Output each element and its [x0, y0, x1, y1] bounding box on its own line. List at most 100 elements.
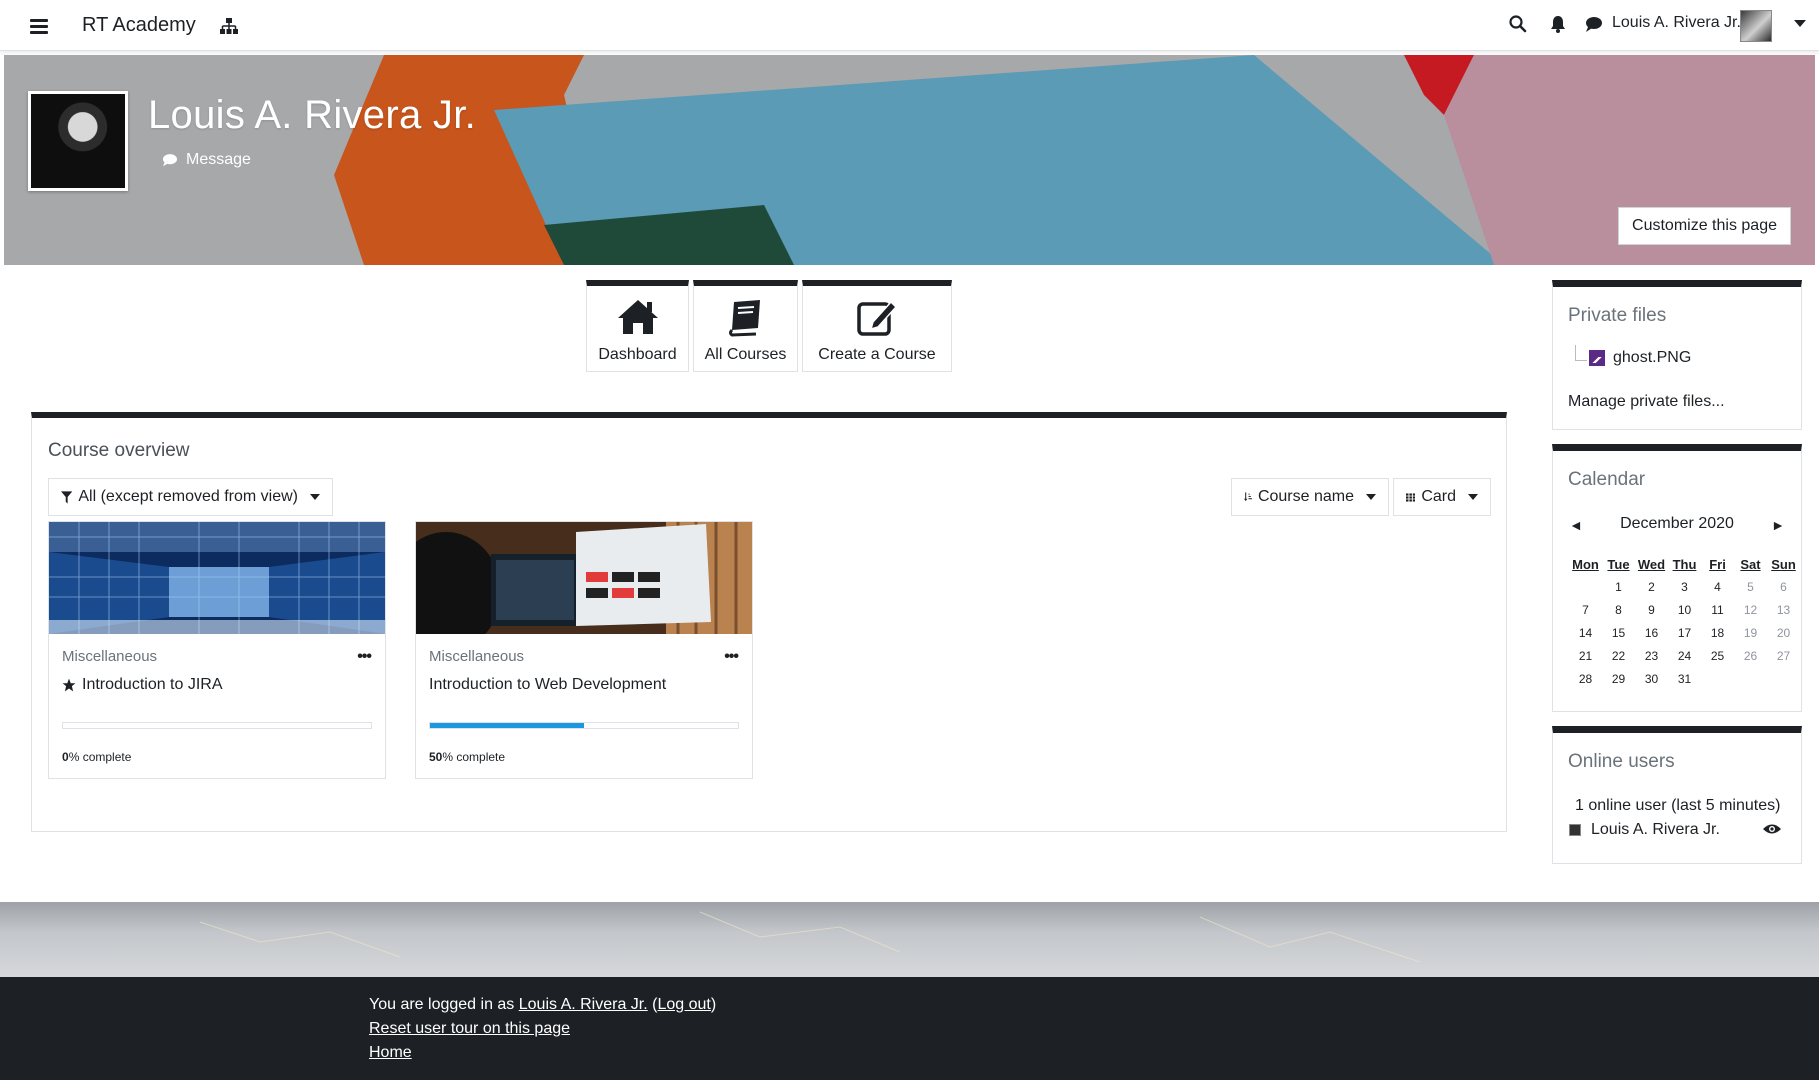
- grid-icon: [1406, 492, 1416, 502]
- calendar-day[interactable]: 1: [1602, 575, 1635, 598]
- profile-name: Louis A. Rivera Jr.: [148, 93, 477, 137]
- calendar-month[interactable]: December 2020: [1553, 515, 1801, 533]
- sort-dropdown[interactable]: Course name: [1231, 478, 1389, 516]
- chevron-down-icon: [1366, 494, 1376, 500]
- search-icon[interactable]: [1508, 14, 1528, 34]
- calendar-day[interactable]: 25: [1701, 644, 1734, 667]
- online-user-link[interactable]: Louis A. Rivera Jr.: [1569, 821, 1720, 839]
- manage-private-files-link[interactable]: Manage private files...: [1568, 393, 1725, 411]
- calendar-week-row: 7 8 9 10 11 12 13: [1569, 598, 1800, 621]
- chevron-down-icon[interactable]: [1794, 20, 1806, 27]
- course-image[interactable]: [416, 522, 752, 634]
- calendar-day[interactable]: 21: [1569, 644, 1602, 667]
- calendar-day: [1734, 667, 1767, 690]
- eye-icon[interactable]: [1763, 823, 1781, 835]
- quicklink-create-course[interactable]: Create a Course: [802, 280, 952, 372]
- customize-page-button[interactable]: Customize this page: [1618, 207, 1791, 245]
- calendar-day[interactable]: 14: [1569, 621, 1602, 644]
- weekday-header: Sat: [1740, 556, 1761, 572]
- quicklink-dashboard[interactable]: Dashboard: [586, 280, 689, 372]
- calendar-day[interactable]: 23: [1635, 644, 1668, 667]
- calendar-day[interactable]: 10: [1668, 598, 1701, 621]
- user-menu-name[interactable]: Louis A. Rivera Jr.: [1612, 14, 1741, 32]
- calendar-day[interactable]: 11: [1701, 598, 1734, 621]
- calendar-day: [1569, 575, 1602, 598]
- menu-icon[interactable]: [28, 16, 50, 36]
- reset-tour-link[interactable]: Reset user tour on this page: [369, 1020, 570, 1037]
- calendar-day[interactable]: 29: [1602, 667, 1635, 690]
- calendar-day[interactable]: 7: [1569, 598, 1602, 621]
- calendar-day[interactable]: 8: [1602, 598, 1635, 621]
- calendar-day[interactable]: 17: [1668, 621, 1701, 644]
- profile-picture: [28, 91, 128, 191]
- calendar-day[interactable]: 24: [1668, 644, 1701, 667]
- weekday-header: Mon: [1572, 556, 1599, 572]
- weekday-header: Sun: [1771, 556, 1796, 572]
- calendar-block: Calendar ◄ December 2020 ► Mon Tue Wed T…: [1552, 444, 1802, 712]
- site-brand[interactable]: RT Academy: [82, 14, 196, 37]
- more-options-icon[interactable]: •••: [357, 648, 372, 666]
- calendar-day[interactable]: 19: [1734, 621, 1767, 644]
- calendar-day[interactable]: 5: [1734, 575, 1767, 598]
- progress-suffix: % complete: [442, 750, 506, 764]
- progress-value: 0: [62, 750, 69, 764]
- next-month-icon[interactable]: ►: [1771, 517, 1785, 533]
- progress-bar: [429, 722, 739, 729]
- progress-value: 50: [429, 750, 443, 764]
- weekday-header: Fri: [1709, 556, 1726, 572]
- calendar-day[interactable]: 9: [1635, 598, 1668, 621]
- calendar-week-row: 14 15 16 17 18 19 20: [1569, 621, 1800, 644]
- file-link[interactable]: ghost.PNG: [1589, 349, 1691, 367]
- view-dropdown[interactable]: Card: [1393, 478, 1491, 516]
- avatar: [1569, 824, 1581, 836]
- chat-icon[interactable]: [1584, 14, 1604, 34]
- sort-icon: [1244, 492, 1252, 501]
- calendar-week-row: 28 29 30 31: [1569, 667, 1800, 690]
- logout-link[interactable]: Log out: [657, 996, 710, 1013]
- calendar-day[interactable]: 20: [1767, 621, 1800, 644]
- file-name: ghost.PNG: [1613, 349, 1692, 366]
- footer-user-link[interactable]: Louis A. Rivera Jr.: [519, 996, 648, 1013]
- calendar-day[interactable]: 3: [1668, 575, 1701, 598]
- calendar-day[interactable]: 28: [1569, 667, 1602, 690]
- more-options-icon[interactable]: •••: [724, 648, 739, 666]
- course-name-link[interactable]: Introduction to JIRA: [62, 676, 223, 694]
- quicklink-all-courses[interactable]: All Courses: [693, 280, 798, 372]
- progress-text: 0% complete: [62, 750, 131, 764]
- calendar-day[interactable]: 12: [1734, 598, 1767, 621]
- calendar-day[interactable]: 18: [1701, 621, 1734, 644]
- calendar-day[interactable]: 13: [1767, 598, 1800, 621]
- profile-header-banner: Louis A. Rivera Jr. Message Customize th…: [4, 55, 1815, 265]
- view-label: Card: [1421, 488, 1456, 505]
- weekday-header: Thu: [1672, 556, 1697, 572]
- calendar-day[interactable]: 30: [1635, 667, 1668, 690]
- calendar-day[interactable]: 31: [1668, 667, 1701, 690]
- calendar-day[interactable]: 4: [1701, 575, 1734, 598]
- bell-icon[interactable]: [1548, 14, 1568, 34]
- home-link[interactable]: Home: [369, 1044, 412, 1061]
- course-name-link[interactable]: Introduction to Web Development: [429, 676, 666, 694]
- user-avatar[interactable]: [1740, 10, 1772, 42]
- grouping-filter-dropdown[interactable]: All (except removed from view): [48, 478, 333, 516]
- calendar-day[interactable]: 27: [1767, 644, 1800, 667]
- sitemap-icon[interactable]: [220, 18, 238, 34]
- calendar-day[interactable]: 15: [1602, 621, 1635, 644]
- book-icon: [728, 300, 760, 337]
- message-button[interactable]: Message: [162, 151, 251, 169]
- login-info: You are logged in as Louis A. Rivera Jr.…: [369, 996, 716, 1014]
- course-image[interactable]: [49, 522, 385, 634]
- calendar-day[interactable]: 16: [1635, 621, 1668, 644]
- calendar-day[interactable]: 22: [1602, 644, 1635, 667]
- calendar-day[interactable]: 26: [1734, 644, 1767, 667]
- calendar-week-row: 123456: [1569, 575, 1800, 598]
- weekday-header: Tue: [1607, 556, 1630, 572]
- calendar-day[interactable]: 2: [1635, 575, 1668, 598]
- quicklink-label: All Courses: [704, 346, 787, 363]
- login-info-prefix: You are logged in as: [369, 996, 519, 1013]
- calendar-table: Mon Tue Wed Thu Fri Sat Sun 1 2 3 4 5 6 7 8 9 10 1…: [1569, 553, 1800, 690]
- calendar-day[interactable]: 6: [1767, 575, 1800, 598]
- online-users-count: 1 online user (last 5 minutes): [1575, 797, 1781, 814]
- calendar-week-row: 21 22 23 24 25 26 27: [1569, 644, 1800, 667]
- progress-fill: [430, 723, 584, 728]
- star-icon: [62, 678, 76, 692]
